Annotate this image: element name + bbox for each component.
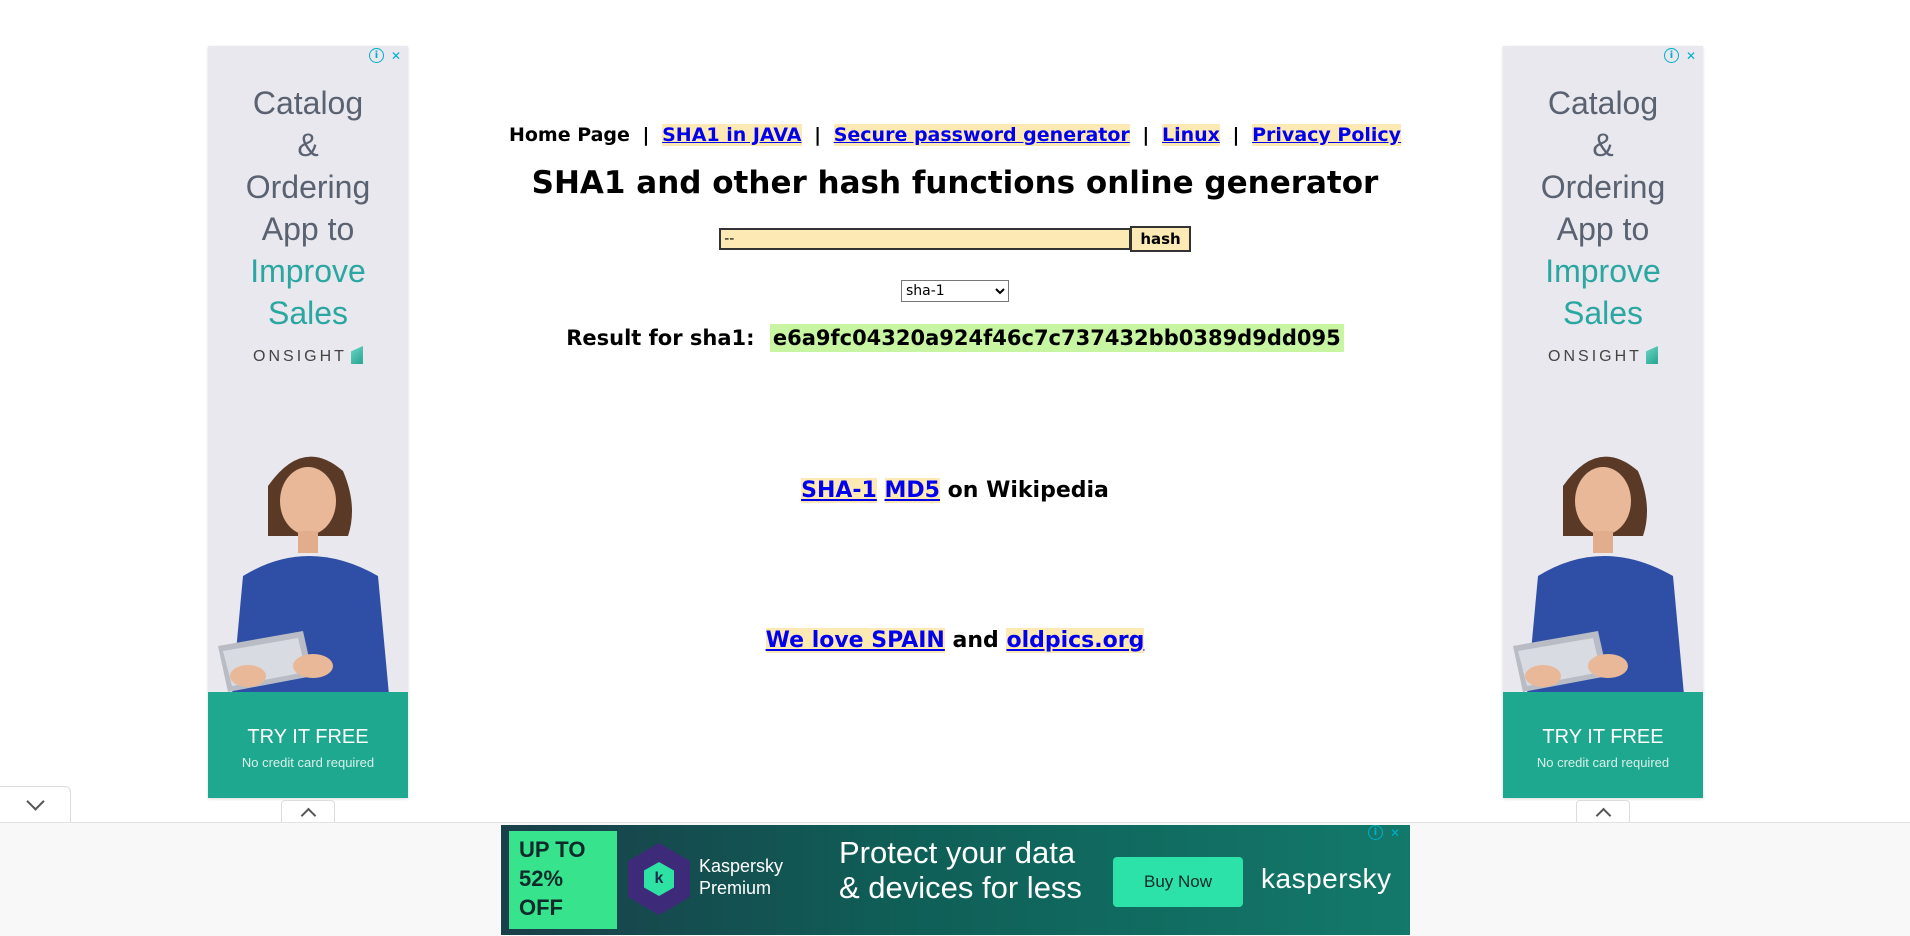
- wiki-link-sha1[interactable]: SHA-1: [801, 478, 877, 503]
- ad-cta-label: TRY IT FREE: [1542, 726, 1664, 748]
- ad-brand-name: ONSIGHT: [253, 348, 347, 365]
- ad-headline: Catalog & Ordering App to Improve Sales: [208, 82, 408, 334]
- ad-headline-line: Ordering: [245, 169, 371, 205]
- ad-info-icon[interactable]: i: [369, 48, 384, 63]
- ad-close-icon[interactable]: ✕: [388, 48, 404, 64]
- ad-close-icon[interactable]: ✕: [1387, 825, 1403, 841]
- page-title: SHA1 and other hash functions online gen…: [531, 165, 1379, 201]
- ad-controls: i ✕: [369, 48, 404, 64]
- left-side-ad[interactable]: i ✕ Catalog & Ordering App to Improve Sa…: [208, 46, 408, 798]
- hash-button[interactable]: hash: [1130, 226, 1191, 252]
- ad-headline-line: Improve: [250, 253, 366, 289]
- chevron-down-icon: [25, 792, 45, 811]
- nav-link-password-generator[interactable]: Secure password generator: [833, 124, 1130, 146]
- wiki-link-md5[interactable]: MD5: [884, 478, 940, 503]
- nav-home-label: Home Page: [508, 124, 630, 146]
- banner-ad-controls: i ✕: [1368, 825, 1403, 841]
- ad-cta-sublabel: No credit card required: [241, 755, 375, 770]
- ad-close-icon[interactable]: ✕: [1683, 48, 1699, 64]
- ad-cta-button[interactable]: TRY IT FREE No credit card required: [1503, 692, 1703, 798]
- ad-info-icon[interactable]: i: [1664, 48, 1679, 63]
- banner-buy-now-button[interactable]: Buy Now: [1113, 857, 1243, 907]
- ad-headline-line: Sales: [267, 295, 349, 331]
- nav-separator: |: [642, 124, 650, 146]
- link-oldpics[interactable]: oldpics.org: [1006, 628, 1145, 653]
- ad-brand-logo: ONSIGHT: [208, 346, 408, 366]
- ad-person-image: [208, 416, 408, 738]
- ad-headline-line: Catalog: [1547, 85, 1659, 121]
- banner-headline: Protect your data & devices for less: [839, 835, 1082, 905]
- ad-headline-line: Ordering: [1540, 169, 1666, 205]
- hash-text-input[interactable]: [719, 228, 1132, 250]
- nav-separator: |: [1142, 124, 1150, 146]
- ad-info-icon[interactable]: i: [1368, 825, 1383, 840]
- nav-link-sha1-java[interactable]: SHA1 in JAVA: [662, 124, 802, 146]
- ad-headline-line: App to: [261, 211, 355, 247]
- banner-product-name: Kaspersky Premium: [699, 856, 784, 898]
- ad-headline-line: Catalog: [252, 85, 364, 121]
- kaspersky-logo-letter: k: [644, 862, 674, 896]
- footer-conjunction: and: [952, 628, 999, 653]
- nav-separator: |: [1232, 124, 1240, 146]
- algorithm-select-wrapper: sha-1: [400, 280, 1510, 302]
- ad-cta-button[interactable]: TRY IT FREE No credit card required: [208, 692, 408, 798]
- nav-link-linux[interactable]: Linux: [1161, 124, 1220, 146]
- ad-person-image: [1503, 416, 1703, 738]
- ad-cta-sublabel: No credit card required: [1536, 755, 1670, 770]
- right-ad-expand-tab[interactable]: [1576, 800, 1630, 823]
- collapse-ads-tab[interactable]: [0, 786, 71, 822]
- ad-headline-line: &: [297, 127, 319, 163]
- result-value: e6a9fc04320a924f46c7c737432bb0389d9dd095: [769, 324, 1344, 352]
- wikipedia-links: SHA-1 MD5 on Wikipedia: [400, 478, 1510, 503]
- ad-headline-line: Improve: [1545, 253, 1661, 289]
- right-side-ad[interactable]: i ✕ Catalog & Ordering App to Improve Sa…: [1503, 46, 1703, 798]
- chevron-up-icon: [300, 807, 316, 823]
- result-label: Result for sha1:: [566, 326, 755, 350]
- ad-headline-line: Sales: [1562, 295, 1644, 331]
- ad-headline-line: &: [1592, 127, 1614, 163]
- ad-cta-label: TRY IT FREE: [247, 726, 369, 748]
- kaspersky-logo-icon: k: [628, 843, 690, 915]
- wiki-suffix: on Wikipedia: [947, 478, 1109, 503]
- ad-brand-mark-icon: [1645, 346, 1658, 364]
- ad-controls: i ✕: [1664, 48, 1699, 64]
- footer-links: We love SPAIN and oldpics.org: [400, 628, 1510, 653]
- algorithm-select[interactable]: sha-1: [901, 280, 1009, 302]
- nav-separator: |: [814, 124, 822, 146]
- banner-brand-wordmark: kaspersky: [1261, 863, 1392, 894]
- chevron-up-icon: [1595, 807, 1611, 823]
- link-we-love-spain[interactable]: We love SPAIN: [765, 628, 945, 653]
- bottom-banner-ad[interactable]: UP TO 52% OFF k Kaspersky Premium Protec…: [501, 825, 1410, 935]
- ad-brand-mark-icon: [350, 346, 363, 364]
- nav-link-privacy-policy[interactable]: Privacy Policy: [1252, 124, 1402, 146]
- ad-headline: Catalog & Ordering App to Improve Sales: [1503, 82, 1703, 334]
- ad-headline-line: App to: [1556, 211, 1650, 247]
- hash-form: hash: [400, 226, 1510, 252]
- hash-result: Result for sha1: e6a9fc04320a924f46c7c73…: [400, 324, 1510, 352]
- ad-brand-name: ONSIGHT: [1548, 348, 1642, 365]
- top-nav: Home Page | SHA1 in JAVA | Secure passwo…: [400, 124, 1510, 146]
- left-ad-expand-tab[interactable]: [281, 800, 335, 823]
- ad-brand-logo: ONSIGHT: [1503, 346, 1703, 366]
- banner-promo-badge: UP TO 52% OFF: [509, 831, 617, 929]
